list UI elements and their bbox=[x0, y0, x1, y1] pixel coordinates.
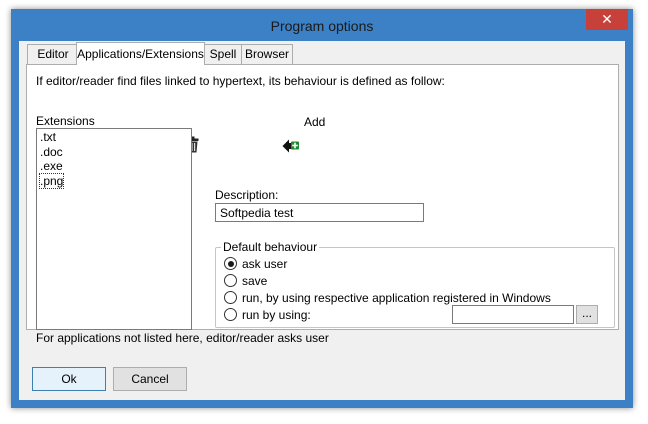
browse-button[interactable]: ... bbox=[576, 305, 598, 324]
tab-spell[interactable]: Spell bbox=[203, 44, 243, 64]
list-item[interactable]: .txt bbox=[37, 130, 191, 145]
ok-button[interactable]: Ok bbox=[32, 367, 106, 391]
radio-label: run, by using respective application reg… bbox=[242, 291, 551, 305]
radio-unchecked-icon[interactable] bbox=[224, 308, 237, 322]
close-icon: ✕ bbox=[601, 11, 613, 27]
radio-label: ask user bbox=[242, 257, 288, 271]
radio-run-by-using[interactable]: run by using: bbox=[224, 308, 311, 323]
radio-label: save bbox=[242, 274, 268, 288]
title-bar[interactable]: Program options ✕ bbox=[11, 9, 633, 41]
tab-label: Browser bbox=[244, 47, 289, 61]
add-arrow-icon[interactable] bbox=[282, 138, 300, 154]
description-input[interactable]: Softpedia test bbox=[215, 203, 424, 222]
tab-browser[interactable]: Browser bbox=[241, 44, 293, 64]
tab-editor[interactable]: Editor bbox=[27, 44, 79, 64]
extension-label: .png bbox=[38, 172, 65, 189]
applications-extensions-panel: If editor/reader find files linked to hy… bbox=[26, 64, 619, 345]
extensions-label: Extensions bbox=[36, 114, 95, 128]
radio-unchecked-icon[interactable] bbox=[224, 291, 237, 305]
extension-label: .txt bbox=[40, 130, 57, 144]
list-item[interactable]: .doc bbox=[37, 145, 191, 160]
close-button[interactable]: ✕ bbox=[586, 9, 628, 30]
tab-label: Applications/Extensions bbox=[77, 47, 204, 61]
tab-applications-extensions[interactable]: Applications/Extensions bbox=[76, 42, 205, 65]
tab-label: Spell bbox=[209, 47, 237, 61]
radio-save[interactable]: save bbox=[224, 274, 267, 289]
footer-note: For applications not listed here, editor… bbox=[36, 331, 329, 345]
dialog-client-area: Editor Applications/Extensions Spell Bro… bbox=[19, 41, 625, 400]
radio-unchecked-icon[interactable] bbox=[224, 274, 237, 288]
radio-label: run by using: bbox=[242, 308, 311, 322]
cancel-button[interactable]: Cancel bbox=[113, 367, 187, 391]
run-by-using-input[interactable] bbox=[452, 305, 574, 324]
program-options-window: Program options ✕ Editor Applications/Ex… bbox=[11, 9, 633, 408]
add-button-label[interactable]: Add bbox=[304, 115, 325, 129]
list-item[interactable]: .exe bbox=[37, 159, 191, 174]
default-behaviour-legend: Default behaviour bbox=[221, 240, 320, 254]
radio-run-registered-app[interactable]: run, by using respective application reg… bbox=[224, 291, 551, 306]
window-title: Program options bbox=[270, 18, 374, 34]
extension-label: .doc bbox=[40, 144, 63, 159]
radio-ask-user[interactable]: ask user bbox=[224, 257, 287, 272]
radio-checked-icon[interactable] bbox=[224, 257, 237, 271]
list-item[interactable]: .png bbox=[37, 172, 191, 189]
extensions-listbox[interactable]: .txt .doc .exe .png bbox=[36, 128, 192, 330]
intro-text: If editor/reader find files linked to hy… bbox=[36, 74, 445, 88]
default-behaviour-group: Default behaviour ask user save run, by … bbox=[215, 240, 615, 328]
extension-label: .exe bbox=[40, 159, 63, 173]
description-label: Description: bbox=[215, 188, 279, 202]
tab-label: Editor bbox=[37, 47, 69, 61]
